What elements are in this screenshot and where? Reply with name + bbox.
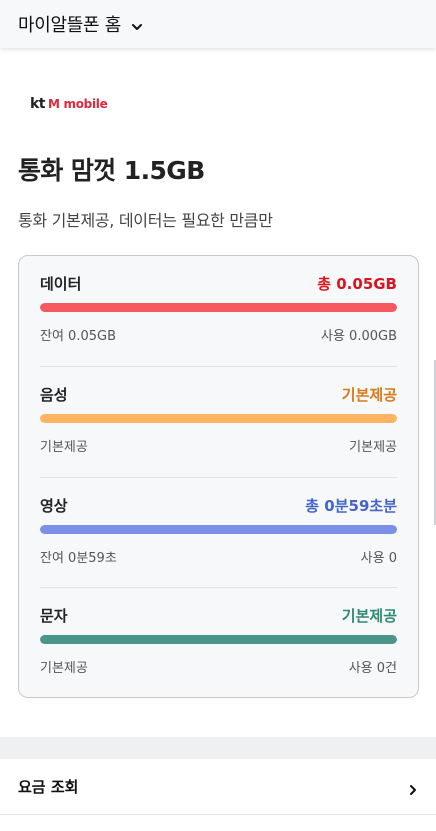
kt-m-mobile-logo: kt M mobile [30, 96, 108, 112]
usage-sms-section: 문자 기본제공 기본제공 사용 0건 [40, 605, 397, 676]
divider [40, 477, 397, 478]
usage-voice-label: 음성 [40, 385, 68, 404]
logo-kt-text: kt [30, 96, 46, 112]
divider [40, 587, 397, 588]
usage-data-total: 총 0.05GB [317, 274, 397, 293]
usage-data-used: 사용 0.00GB [321, 329, 397, 344]
usage-video-bar [40, 525, 397, 534]
chevron-right-icon [408, 781, 418, 795]
usage-video-label: 영상 [40, 496, 68, 515]
usage-voice-right: 기본제공 [349, 440, 397, 455]
bill-inquiry-label: 요금 조회 [18, 778, 79, 796]
usage-video-bar-fill [40, 525, 397, 534]
usage-sms-bar [40, 635, 397, 644]
usage-voice-bar-fill [40, 414, 397, 423]
logo-mobile-text: M mobile [48, 97, 108, 111]
plan-description: 통화 기본제공, 데이터는 필요한 만큼만 [18, 211, 273, 230]
plan-name: 통화 맘껏 1.5GB [18, 156, 205, 185]
usage-data-section: 데이터 총 0.05GB 잔여 0.05GB 사용 0.00GB [40, 273, 397, 344]
usage-data-label: 데이터 [40, 274, 82, 293]
usage-data-bar [40, 303, 397, 312]
usage-sms-bar-fill [40, 635, 397, 644]
top-bar: 마이알뜰폰 홈 [0, 0, 436, 48]
usage-sms-label: 문자 [40, 606, 68, 625]
usage-video-total: 총 0분59초분 [305, 496, 397, 515]
usage-video-section: 영상 총 0분59초분 잔여 0분59초 사용 0 [40, 495, 397, 566]
chevron-down-icon[interactable] [131, 18, 143, 30]
page-title[interactable]: 마이알뜰폰 홈 [18, 11, 121, 37]
usage-video-remaining: 잔여 0분59초 [40, 551, 117, 566]
usage-video-used: 사용 0 [360, 551, 397, 566]
usage-voice-total: 기본제공 [341, 385, 397, 404]
bill-inquiry-row[interactable]: 요금 조회 [0, 759, 436, 815]
usage-voice-bar [40, 414, 397, 423]
usage-sms-left: 기본제공 [40, 661, 88, 676]
usage-sms-used: 사용 0건 [348, 661, 397, 676]
usage-voice-section: 음성 기본제공 기본제공 기본제공 [40, 384, 397, 455]
usage-sms-total: 기본제공 [341, 606, 397, 625]
usage-card: 데이터 총 0.05GB 잔여 0.05GB 사용 0.00GB 음성 기본제공… [18, 255, 419, 698]
section-gap [0, 737, 436, 759]
usage-voice-left: 기본제공 [40, 440, 88, 455]
usage-data-bar-fill [40, 303, 397, 312]
usage-data-remaining: 잔여 0.05GB [40, 329, 116, 344]
divider [40, 366, 397, 367]
